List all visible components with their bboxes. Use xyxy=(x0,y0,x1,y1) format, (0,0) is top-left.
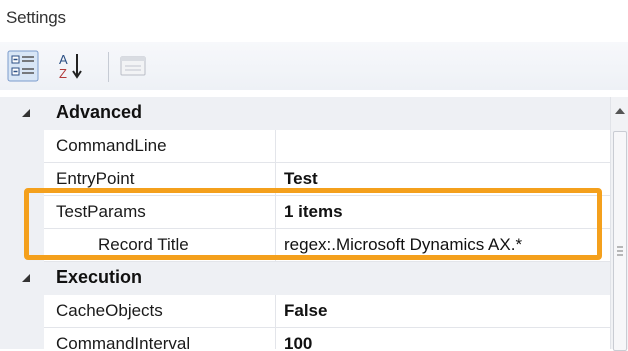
property-grid: Advanced CommandLine EntryPoint Test Tes… xyxy=(0,97,610,349)
grip-icon xyxy=(617,246,623,256)
svg-text:A: A xyxy=(59,52,68,67)
vertical-scrollbar[interactable] xyxy=(610,97,628,351)
alphabetical-sort-icon: A Z xyxy=(59,52,82,81)
panel-title: Settings xyxy=(6,8,66,27)
row-gutter xyxy=(0,163,44,196)
property-row-entrypoint[interactable]: EntryPoint Test xyxy=(0,163,610,196)
row-gutter xyxy=(0,295,44,328)
svg-text:Z: Z xyxy=(59,66,67,81)
category-execution[interactable]: Execution xyxy=(0,262,610,295)
row-gutter xyxy=(0,130,44,163)
property-pages-button[interactable] xyxy=(116,49,150,83)
property-value[interactable]: 1 items xyxy=(284,202,343,222)
property-name: EntryPoint xyxy=(56,169,135,188)
property-row-commandinterval[interactable]: CommandInterval 100 xyxy=(0,328,610,349)
property-name: CommandInterval xyxy=(56,334,191,349)
column-divider xyxy=(275,196,276,229)
column-divider xyxy=(275,163,276,196)
property-value[interactable]: regex:.Microsoft Dynamics AX.* xyxy=(284,235,522,255)
scrollbar-thumb[interactable] xyxy=(613,131,627,351)
property-name: Record Title xyxy=(98,235,189,254)
property-row-commandline[interactable]: CommandLine xyxy=(0,130,610,163)
category-label: Advanced xyxy=(56,102,143,122)
property-toolbar: A Z xyxy=(0,42,628,90)
toolbar-separator xyxy=(108,52,109,82)
categorized-icon xyxy=(7,50,39,82)
property-value[interactable]: 100 xyxy=(284,334,312,349)
collapse-icon[interactable] xyxy=(20,107,32,119)
column-divider xyxy=(275,295,276,328)
row-gutter xyxy=(0,229,44,262)
category-label: Execution xyxy=(56,267,143,287)
category-advanced[interactable]: Advanced xyxy=(0,97,610,130)
scroll-up-icon[interactable] xyxy=(611,101,628,121)
categorized-button[interactable] xyxy=(6,49,40,83)
column-divider xyxy=(275,130,276,163)
row-gutter xyxy=(0,196,44,229)
property-value[interactable]: False xyxy=(284,301,327,321)
property-row-cacheobjects[interactable]: CacheObjects False xyxy=(0,295,610,328)
collapse-icon[interactable] xyxy=(20,272,32,284)
property-row-record-title[interactable]: Record Title regex:.Microsoft Dynamics A… xyxy=(0,229,610,262)
property-name: TestParams xyxy=(56,202,146,221)
column-divider xyxy=(275,328,276,349)
column-divider xyxy=(275,229,276,262)
property-name: CacheObjects xyxy=(56,301,163,320)
alphabetical-button[interactable]: A Z xyxy=(56,49,90,83)
property-pages-icon xyxy=(120,56,146,76)
property-value[interactable]: Test xyxy=(284,169,318,189)
property-name: CommandLine xyxy=(56,136,167,155)
property-row-testparams[interactable]: TestParams 1 items xyxy=(0,196,610,229)
row-gutter xyxy=(0,328,44,349)
